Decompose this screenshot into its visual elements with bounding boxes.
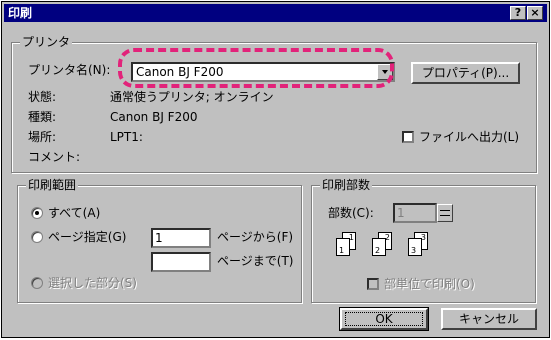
comment-label: コメント:	[28, 150, 81, 164]
from-page-label: ページから(F)	[217, 230, 294, 244]
help-button[interactable]: ?	[510, 6, 526, 20]
copies-group-label: 印刷部数	[320, 178, 373, 192]
range-selection-label[interactable]: 選択した部分(S)	[48, 275, 137, 291]
print-range-label: 印刷範囲	[26, 178, 79, 192]
page-3-front-icon: 3	[408, 238, 422, 256]
print-to-file-label[interactable]: ファイルへ出力(L)	[419, 129, 519, 145]
page-2-front-icon: 2	[372, 238, 386, 256]
range-all-radio[interactable]	[31, 207, 43, 219]
to-page-label: ページまで(T)	[217, 254, 294, 268]
range-selection-radio[interactable]	[31, 277, 43, 289]
to-page-input[interactable]	[151, 252, 211, 272]
window-title: 印刷	[8, 6, 33, 20]
collate-checkbox[interactable]	[367, 278, 379, 290]
title-bar: 印刷 ? ×	[4, 4, 547, 22]
range-pages-label[interactable]: ページ指定(G)	[48, 229, 126, 245]
copies-group: 印刷部数 部数(C): 1 1 1 2 2 3 3 部単位で印刷(O)	[311, 178, 536, 303]
collate-label[interactable]: 部単位で印刷(O)	[384, 276, 475, 292]
printer-group: プリンタ プリンタ名(N): Canon BJ F200 プロパティ(P)...…	[11, 35, 537, 173]
properties-button[interactable]: プロパティ(P)...	[411, 62, 520, 84]
copies-count-label: 部数(C):	[328, 206, 374, 220]
from-page-input[interactable]: 1	[151, 228, 211, 248]
copies-count-input[interactable]: 1	[393, 203, 437, 223]
printer-group-label: プリンタ	[20, 35, 73, 49]
type-label: 種類:	[28, 110, 57, 124]
copies-spinner[interactable]	[437, 204, 453, 222]
ok-button[interactable]: OK	[339, 307, 429, 331]
location-label: 場所:	[28, 130, 57, 144]
page-1-front-icon: 1	[336, 238, 350, 256]
printer-name-select[interactable]: Canon BJ F200	[131, 62, 395, 82]
status-label: 状態:	[28, 90, 57, 104]
type-value: Canon BJ F200	[110, 110, 198, 124]
close-button[interactable]: ×	[527, 6, 543, 20]
cancel-button[interactable]: キャンセル	[441, 308, 537, 330]
chevron-down-icon[interactable]	[377, 64, 393, 80]
print-range-group: 印刷範囲 すべて(A) ページ指定(G) 1 ページから(F) ページまで(T)…	[17, 178, 302, 303]
location-value: LPT1:	[110, 130, 143, 144]
print-to-file-checkbox[interactable]	[402, 131, 414, 143]
status-value: 通常使うプリンタ; オンライン	[110, 90, 274, 104]
printer-name-label: プリンタ名(N):	[28, 63, 111, 77]
printer-name-value: Canon BJ F200	[136, 65, 224, 79]
range-all-label[interactable]: すべて(A)	[48, 205, 100, 221]
print-dialog: 印刷 ? × プリンタ プリンタ名(N): Canon BJ F200 プロパテ…	[1, 1, 550, 338]
range-pages-radio[interactable]	[31, 231, 43, 243]
